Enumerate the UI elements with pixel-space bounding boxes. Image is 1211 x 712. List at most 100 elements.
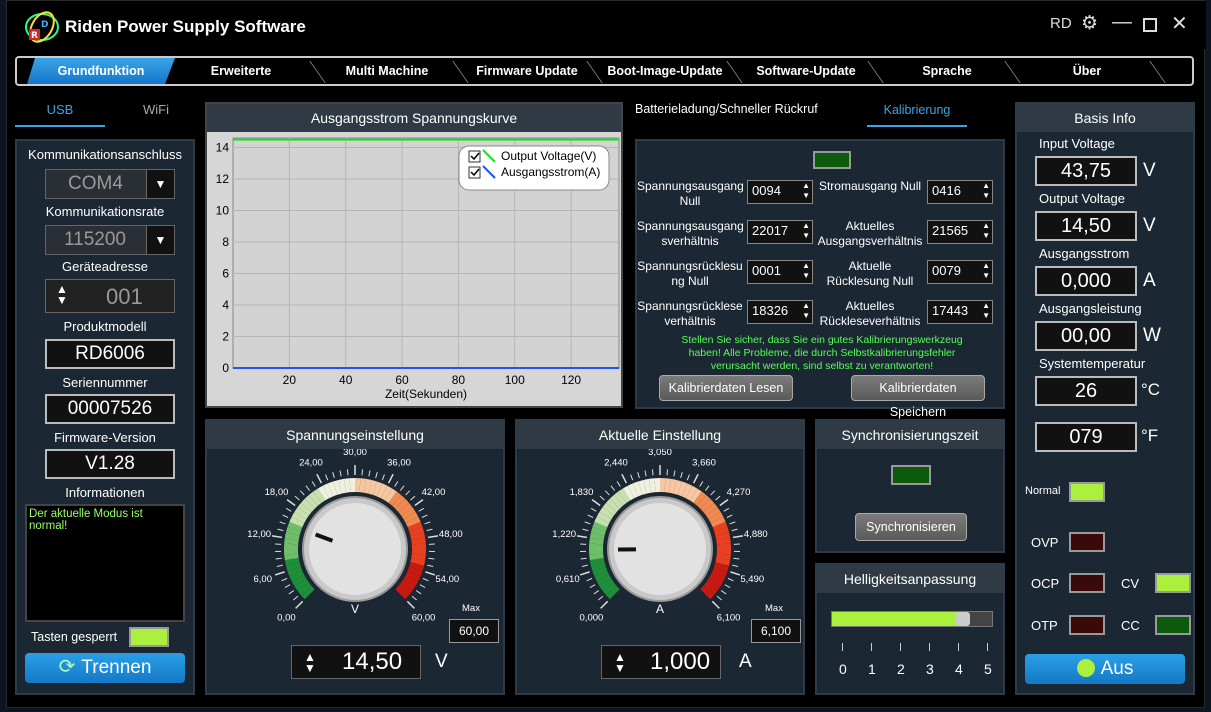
disconnect-label: Trennen — [81, 657, 152, 678]
maximize-icon[interactable] — [1143, 18, 1157, 32]
voltage-stepper[interactable]: ▲ ▼ 14,50 — [291, 645, 421, 679]
minimize-icon[interactable]: — — [1112, 11, 1132, 34]
close-icon[interactable]: ✕ — [1171, 11, 1188, 36]
cv-label: CV — [1121, 576, 1140, 591]
tab-grundfunktion[interactable]: Grundfunktion — [27, 58, 175, 84]
brightness-tick-mark — [842, 643, 843, 651]
stepper-arrows-icon[interactable]: ▲ ▼ — [982, 181, 990, 201]
brightness-tick-label: 1 — [868, 661, 876, 677]
disconnect-button[interactable]: ⟳ Trennen — [25, 653, 185, 683]
tab-erweiterte-funktionen[interactable]: Erweiterte Funktionen — [177, 58, 305, 84]
dial-arc-segment — [410, 532, 426, 541]
stepper-arrows-icon[interactable]: ▲ ▼ — [802, 181, 810, 201]
current-max-label: Max — [765, 603, 783, 614]
tab-sprache[interactable]: Sprache — [887, 58, 1007, 84]
calib-label-left: Spannungsausgang Null — [637, 179, 744, 208]
calib-input-left[interactable]: 18326 ▲ ▼ — [747, 300, 813, 324]
calib-input-right[interactable]: 17443 ▲ ▼ — [927, 300, 993, 324]
dial-tick-label: 0,000 — [580, 613, 604, 624]
brightness-tick-mark — [987, 643, 988, 651]
calib-input-left[interactable]: 0094 ▲ ▼ — [747, 180, 813, 204]
dial-tick — [299, 490, 305, 496]
synchronize-button[interactable]: Synchronisieren — [855, 513, 967, 541]
dial-tick-label: 3,660 — [692, 458, 716, 469]
dial-arc-segment — [284, 537, 299, 545]
dial-arc-segment — [648, 478, 656, 493]
brightness-tick-mark — [958, 643, 959, 651]
read-calibration-button[interactable]: Kalibrierdaten Lesen — [659, 375, 793, 401]
dial-arc-segment — [715, 557, 731, 566]
tab-battery[interactable]: Batterieladung/Schneller Rückruf — [635, 102, 818, 116]
dial-tick — [406, 600, 415, 609]
current-max-input[interactable]: 6,100 — [751, 619, 801, 643]
stepper-arrows-icon[interactable]: ▲ ▼ — [802, 221, 810, 241]
current-stepper[interactable]: ▲ ▼ 1,000 — [601, 645, 721, 679]
voltage-max-input[interactable]: 60,00 — [449, 619, 499, 643]
dial-tick — [716, 595, 722, 601]
dial-tick — [368, 470, 371, 477]
dial-tick — [582, 528, 589, 532]
temperature-celsius-value: 26 — [1035, 376, 1137, 406]
stepper-arrows-icon[interactable]: ▲ ▼ — [802, 301, 810, 321]
dial-tick — [427, 535, 439, 539]
dial-arc-segment — [700, 498, 714, 513]
calib-input-left[interactable]: 0001 ▲ ▼ — [747, 260, 813, 284]
stepper-arrows-icon[interactable]: ▲ ▼ — [982, 261, 990, 281]
tab-usb[interactable]: USB — [15, 99, 105, 127]
tab-boot-image-update[interactable]: Boot-Image-Update — [600, 58, 730, 84]
dial-tick — [644, 470, 647, 477]
keys-locked-label: Tasten gesperrt — [31, 630, 118, 644]
save-calibration-button[interactable]: Kalibrierdaten Speichern — [851, 375, 985, 419]
tab-calibration[interactable]: Kalibrierung — [867, 99, 967, 127]
stepper-arrows-icon[interactable]: ▲ ▼ — [982, 221, 990, 241]
dial-tick — [673, 470, 676, 477]
tab-ueber[interactable]: Über — [1027, 58, 1147, 84]
gear-icon[interactable]: ⚙ — [1081, 12, 1098, 35]
dial-arc-segment — [589, 557, 605, 566]
dial-arc-segment — [284, 557, 300, 566]
calib-input-right[interactable]: 0079 ▲ ▼ — [927, 260, 993, 284]
baud-select[interactable]: 115200 ▼ — [45, 225, 175, 255]
dial-arc-segment — [409, 527, 425, 536]
output-off-button[interactable]: Aus — [1025, 654, 1185, 684]
dial-arc-segment — [398, 582, 413, 596]
tab-software-update[interactable]: Software-Update — [741, 58, 871, 84]
dial-arc-segment — [715, 532, 731, 541]
brightness-thumb[interactable] — [956, 612, 971, 626]
dial-tick-label: 0,610 — [556, 574, 580, 585]
stepper-arrows-icon[interactable]: ▲ ▼ — [304, 651, 316, 674]
brightness-panel: Helligkeitsanpassung 0 1 2 3 4 5 — [815, 563, 1005, 695]
tab-firmware-update[interactable]: Firmware Update — [467, 58, 587, 84]
address-stepper[interactable]: ▲ ▼ 001 — [45, 279, 175, 313]
calib-input-right[interactable]: 0416 ▲ ▼ — [927, 180, 993, 204]
chevron-down-icon[interactable]: ▼ — [146, 226, 174, 254]
brightness-slider[interactable] — [831, 611, 993, 627]
dial-arc-segment — [594, 570, 610, 582]
dial-tick-label: 60,00 — [412, 613, 436, 624]
dial-arc-segment — [589, 532, 605, 541]
dial-tick — [271, 535, 283, 539]
port-select[interactable]: COM4 ▼ — [45, 169, 175, 199]
serial-label: Seriennummer — [62, 375, 148, 390]
y-tick-label: 12 — [216, 172, 230, 186]
stepper-arrows-icon[interactable]: ▲ ▼ — [982, 301, 990, 321]
chevron-down-icon[interactable]: ▼ — [146, 170, 174, 198]
dial-tick — [710, 490, 716, 496]
stepper-arrows-icon[interactable]: ▲ ▼ — [56, 283, 68, 306]
voltage-title: Spannungseinstellung — [207, 421, 503, 449]
calib-input-left[interactable]: 22017 ▲ ▼ — [747, 220, 813, 244]
dial-tick — [576, 535, 588, 539]
stepper-arrows-icon[interactable]: ▲ ▼ — [614, 651, 626, 674]
stepper-arrows-icon[interactable]: ▲ ▼ — [802, 261, 810, 281]
y-tick-label: 4 — [222, 298, 229, 312]
current-panel: Aktuelle Einstellung 0,000 0,610 1,220 1,83… — [515, 419, 805, 695]
x-tick-label: 60 — [395, 373, 409, 387]
dial-tick-label: 4,270 — [727, 487, 751, 498]
calib-input-right[interactable]: 21565 ▲ ▼ — [927, 220, 993, 244]
dial-arc-segment — [596, 574, 612, 587]
dial-tick — [724, 584, 731, 588]
tab-wifi[interactable]: WiFi — [111, 99, 201, 127]
dial-arc-segment — [285, 527, 301, 536]
dial-arc-segment — [668, 478, 677, 494]
tab-multi-machine[interactable]: Multi Machine — [327, 58, 447, 84]
